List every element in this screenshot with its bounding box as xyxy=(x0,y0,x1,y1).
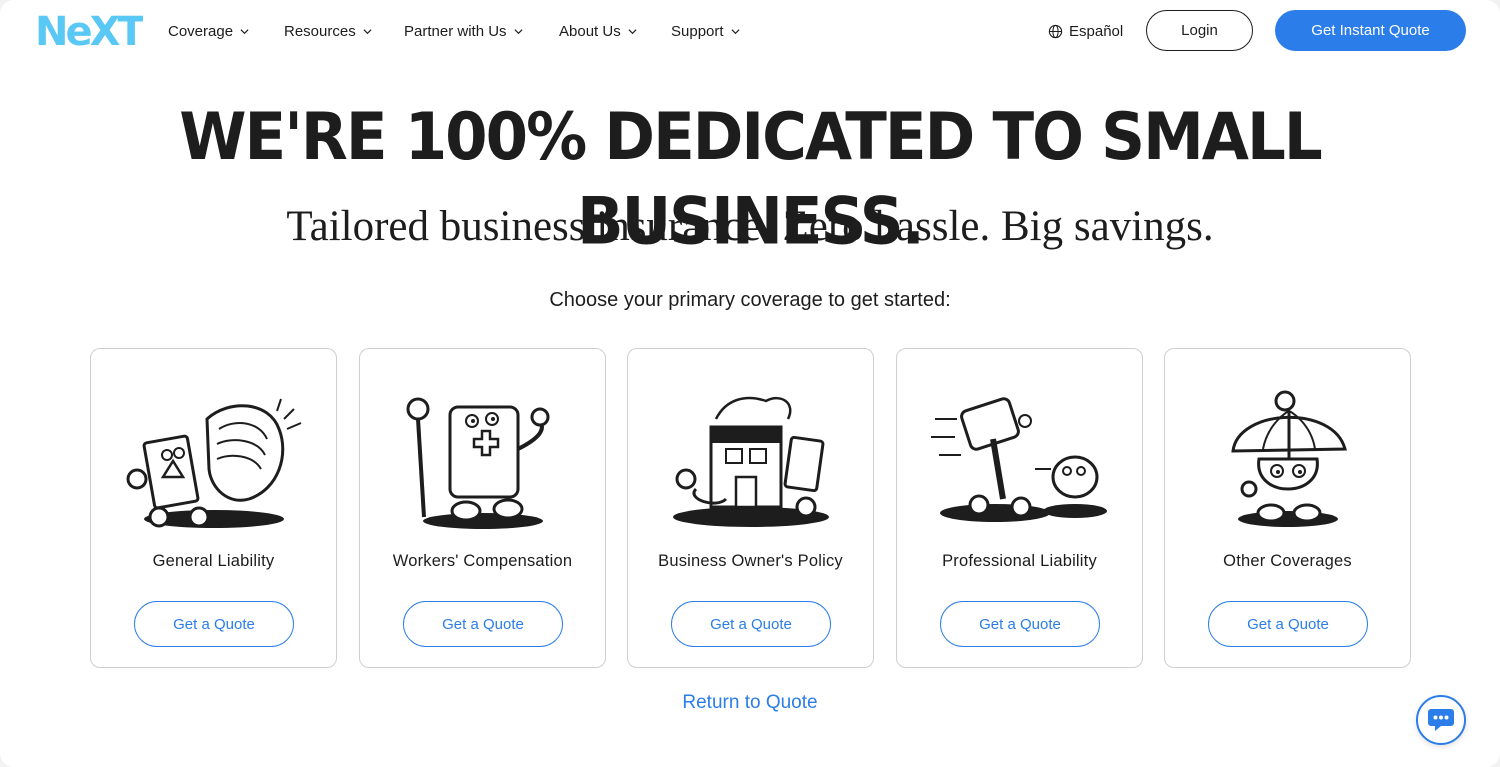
nav-resources-label: Resources xyxy=(284,22,356,40)
chat-launcher-button[interactable] xyxy=(1416,695,1466,745)
login-button[interactable]: Login xyxy=(1146,10,1253,51)
coverage-label: Professional Liability xyxy=(942,552,1097,570)
globe-icon xyxy=(1048,24,1063,38)
nav-about[interactable]: About Us xyxy=(559,20,637,42)
nav-about-label: About Us xyxy=(559,22,621,40)
coverage-label: Business Owner's Policy xyxy=(658,552,843,570)
get-a-quote-button[interactable]: Get a Quote xyxy=(134,601,294,647)
get-a-quote-button[interactable]: Get a Quote xyxy=(940,601,1100,647)
coverage-card-other-coverages[interactable]: Other Coverages Get a Quote xyxy=(1164,348,1411,668)
professional-liability-illustration xyxy=(931,397,1107,522)
chevron-down-icon xyxy=(363,28,372,34)
coverage-card-professional-liability[interactable]: Professional Liability Get a Quote xyxy=(896,348,1143,668)
other-coverages-illustration xyxy=(1231,390,1347,527)
return-to-quote-link[interactable]: Return to Quote xyxy=(0,692,1500,714)
top-nav: NeXT Coverage Resources Partner with Us … xyxy=(0,0,1500,62)
chevron-down-icon xyxy=(628,28,637,34)
coverage-card-workers-compensation[interactable]: Workers' Compensation Get a Quote xyxy=(359,348,606,668)
coverage-prompt: Choose your primary coverage to get star… xyxy=(549,289,951,311)
general-liability-illustration xyxy=(126,398,302,528)
get-a-quote-button[interactable]: Get a Quote xyxy=(671,601,831,647)
coverage-card-general-liability[interactable]: General Liability Get a Quote xyxy=(90,348,337,668)
coverage-label: Other Coverages xyxy=(1223,552,1352,570)
page: NeXT Coverage Resources Partner with Us … xyxy=(0,0,1500,767)
hero-subheadline: Tailored business insurance. Zero hassle… xyxy=(286,203,1214,250)
nav-partner-label: Partner with Us xyxy=(404,22,507,40)
next-logo[interactable]: NeXT xyxy=(35,13,143,49)
get-a-quote-button[interactable]: Get a Quote xyxy=(1208,601,1368,647)
nav-coverage[interactable]: Coverage xyxy=(168,20,249,42)
svg-text:NeXT: NeXT xyxy=(35,13,143,49)
chevron-down-icon xyxy=(514,28,523,34)
coverage-card-business-owners-policy[interactable]: Business Owner's Policy Get a Quote xyxy=(627,348,874,668)
get-a-quote-button[interactable]: Get a Quote xyxy=(403,601,563,647)
chevron-down-icon xyxy=(240,28,249,34)
get-instant-quote-button[interactable]: Get Instant Quote xyxy=(1275,10,1466,51)
nav-partner[interactable]: Partner with Us xyxy=(404,20,523,42)
nav-support[interactable]: Support xyxy=(671,20,740,42)
chat-bubble-icon xyxy=(1428,709,1454,731)
chevron-down-icon xyxy=(731,28,740,34)
nav-coverage-label: Coverage xyxy=(168,22,234,40)
workers-compensation-illustration xyxy=(406,397,550,529)
nav-resources[interactable]: Resources xyxy=(284,20,372,42)
coverage-label: General Liability xyxy=(152,552,275,570)
business-owners-policy-illustration xyxy=(673,396,829,527)
language-label: Español xyxy=(1069,22,1124,40)
language-switch[interactable]: Español xyxy=(1048,20,1123,42)
nav-support-label: Support xyxy=(671,22,724,40)
coverage-label: Workers' Compensation xyxy=(392,552,573,570)
